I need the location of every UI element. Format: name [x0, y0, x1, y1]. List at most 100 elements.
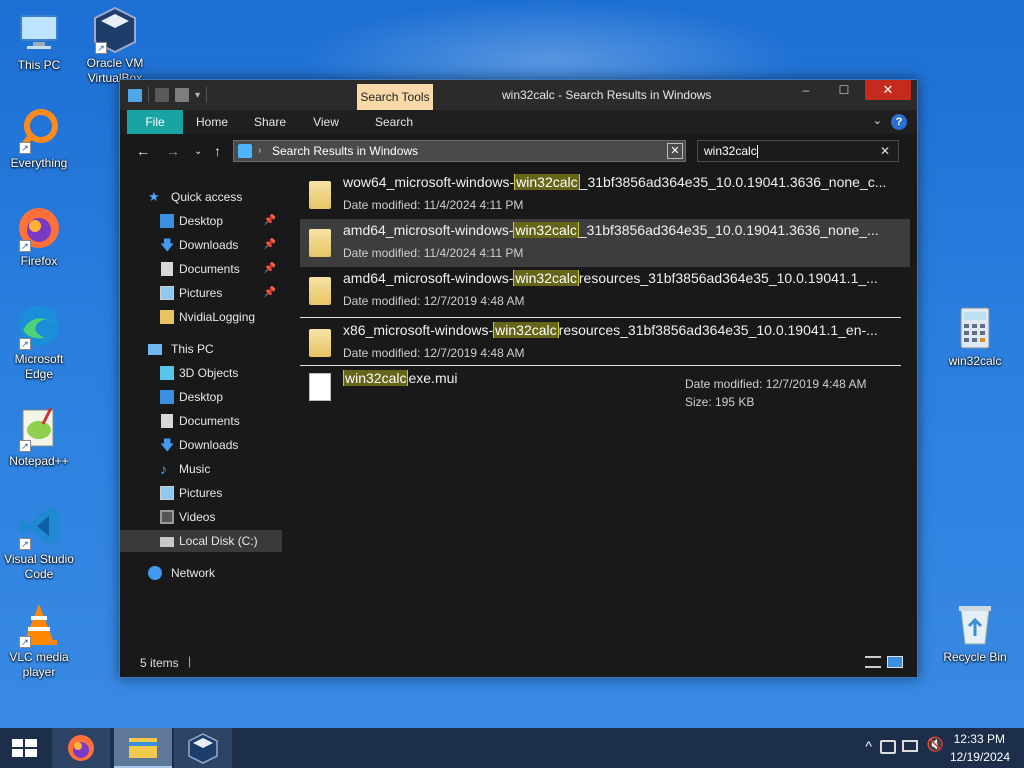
- desktop-icon-vlc[interactable]: ↗ VLC media player: [0, 600, 78, 680]
- clear-search-icon[interactable]: ✕: [880, 141, 890, 161]
- sidebar-item-label: Desktop: [179, 214, 224, 228]
- security-icon[interactable]: [880, 740, 896, 754]
- ribbon-tabs: File Home Share View Search ⌄ ?: [120, 110, 917, 134]
- sidebar-item-nvidialogging[interactable]: NvidiaLogging: [120, 306, 282, 328]
- taskbar-file-explorer[interactable]: [114, 728, 172, 768]
- results-pane: wow64_microsoft-windows-win32calc _31bf38…: [285, 168, 917, 648]
- desktop-icon-label: VLC media player: [9, 650, 69, 679]
- up-arrow-icon[interactable]: ↑: [214, 143, 221, 159]
- desktop-icon-this-pc[interactable]: This PC: [0, 8, 78, 73]
- desktop-icon-vscode[interactable]: ↗ Visual Studio Code: [0, 502, 78, 582]
- sidebar-item-label: NvidiaLogging: [179, 310, 256, 324]
- sidebar-item-desktop[interactable]: Desktop 📌: [120, 210, 282, 232]
- forward-arrow-icon[interactable]: →: [166, 143, 180, 159]
- clock-date[interactable]: 12/19/2024: [950, 750, 1010, 764]
- file-icon: [309, 373, 331, 401]
- pin-icon[interactable]: 📌: [264, 282, 276, 304]
- sidebar-item-3d-objects[interactable]: 3D Objects: [120, 362, 282, 384]
- maximize-button[interactable]: ☐: [829, 80, 859, 100]
- firefox-icon: ↗: [15, 204, 63, 252]
- folder-icon: [309, 229, 331, 257]
- qat-dropdown-icon[interactable]: ▾: [195, 90, 200, 101]
- folder-icon: [128, 88, 142, 102]
- clear-address-icon[interactable]: ✕: [667, 143, 683, 159]
- folder-icon: [160, 310, 174, 324]
- sidebar-item-network[interactable]: Network: [120, 562, 282, 584]
- separator: [206, 87, 208, 103]
- sidebar-item-label: This PC: [171, 342, 214, 356]
- list-item[interactable]: amd64_microsoft-windows-win32calc _31bf38…: [300, 219, 910, 267]
- pin-icon[interactable]: 📌: [264, 258, 276, 280]
- sidebar-item-label: Pictures: [179, 486, 223, 500]
- desktop-icon-edge[interactable]: ↗ Microsoft Edge: [0, 302, 78, 382]
- tab-view[interactable]: View: [302, 110, 350, 134]
- tab-share[interactable]: Share: [246, 110, 294, 134]
- sidebar-item-label: Local Disk (C:): [179, 534, 258, 548]
- network-tray-icon[interactable]: [902, 740, 918, 752]
- desktop-icon-recycle-bin[interactable]: Recycle Bin: [936, 600, 1014, 665]
- desktop-icon-virtualbox[interactable]: ↗ Oracle VM VirtualBox: [76, 6, 154, 86]
- pin-icon[interactable]: 📌: [264, 210, 276, 232]
- speaker-muted-icon[interactable]: 🔇: [927, 736, 944, 753]
- properties-icon[interactable]: [155, 88, 169, 102]
- desktop-icon-notepadpp[interactable]: ↗ Notepad++: [0, 404, 78, 469]
- show-hidden-icons-chevron-icon[interactable]: ^: [865, 738, 872, 754]
- taskbar-firefox[interactable]: [52, 728, 110, 768]
- network-icon: [148, 566, 162, 580]
- title-bar[interactable]: ▾ Search Tools win32calc - Search Result…: [120, 80, 917, 110]
- sidebar-item-documents-pc[interactable]: Documents: [120, 410, 282, 432]
- tab-search[interactable]: Search: [366, 110, 422, 134]
- list-item[interactable]: win32calc exe.mui Date modified: 12/7/201…: [300, 367, 910, 415]
- list-item[interactable]: amd64_microsoft-windows-win32calc resourc…: [300, 267, 910, 315]
- navigation-pane: ★ Quick access Desktop 📌 🡇 Downloads 📌 D…: [120, 168, 284, 648]
- address-bar[interactable]: › Search Results in Windows ✕: [233, 140, 686, 162]
- search-input-value: win32calc: [704, 144, 757, 158]
- help-icon[interactable]: ?: [891, 114, 907, 130]
- item-date: Date modified: 11/4/2024 4:11 PM: [343, 198, 524, 212]
- clock-time[interactable]: 12:33 PM: [954, 732, 1005, 746]
- minimize-button[interactable]: –: [791, 80, 821, 100]
- desktop-icon-label: Everything: [10, 156, 68, 170]
- list-item[interactable]: x86_microsoft-windows-win32calc resources…: [300, 319, 910, 367]
- sidebar-item-pictures[interactable]: Pictures 📌: [120, 282, 282, 304]
- back-arrow-icon[interactable]: ←: [136, 143, 150, 159]
- tab-file[interactable]: File: [127, 110, 183, 134]
- breadcrumb-chevron-icon[interactable]: ›: [258, 141, 261, 161]
- item-date: Date modified: 12/7/2019 4:48 AM: [685, 377, 867, 391]
- recent-locations-chevron-icon[interactable]: ⌄: [194, 146, 202, 157]
- search-tools-context-tab[interactable]: Search Tools: [357, 84, 433, 110]
- large-icons-view-icon[interactable]: [887, 656, 903, 668]
- start-button[interactable]: [0, 728, 58, 768]
- sidebar-item-music[interactable]: ♪ Music: [120, 458, 282, 480]
- list-item[interactable]: wow64_microsoft-windows-win32calc _31bf38…: [300, 171, 910, 219]
- details-view-icon[interactable]: [865, 656, 881, 668]
- taskbar-virtualbox[interactable]: [174, 728, 232, 768]
- desktop-icon-win32calc[interactable]: win32calc: [936, 304, 1014, 369]
- sidebar-item-documents[interactable]: Documents 📌: [120, 258, 282, 280]
- file-explorer-icon: [129, 738, 157, 758]
- everything-icon: ↗: [15, 106, 63, 154]
- sidebar-item-this-pc[interactable]: This PC: [120, 338, 282, 360]
- sidebar-item-downloads[interactable]: 🡇 Downloads 📌: [120, 234, 282, 256]
- desktop-icon-everything[interactable]: ↗ Everything: [0, 106, 78, 171]
- search-input[interactable]: win32calc ✕: [697, 140, 899, 162]
- new-folder-icon[interactable]: [175, 88, 189, 102]
- file-explorer-window[interactable]: ▾ Search Tools win32calc - Search Result…: [119, 79, 918, 678]
- sidebar-item-videos[interactable]: Videos: [120, 506, 282, 528]
- sidebar-item-desktop-pc[interactable]: Desktop: [120, 386, 282, 408]
- sidebar-item-pictures-pc[interactable]: Pictures: [120, 482, 282, 504]
- firefox-icon: [68, 735, 94, 761]
- windows-logo-icon: [12, 739, 37, 757]
- sidebar-item-quick-access[interactable]: ★ Quick access: [120, 186, 282, 208]
- sidebar-item-downloads-pc[interactable]: 🡇 Downloads: [120, 434, 282, 456]
- tab-home[interactable]: Home: [188, 110, 236, 134]
- close-button[interactable]: ✕: [865, 80, 911, 100]
- search-match-highlight: win32calc: [513, 222, 579, 238]
- sidebar-item-label: Documents: [179, 262, 240, 276]
- sidebar-item-local-disk[interactable]: Local Disk (C:): [120, 530, 282, 552]
- pin-icon[interactable]: 📌: [264, 234, 276, 256]
- computer-icon: [148, 344, 162, 355]
- expand-ribbon-chevron-icon[interactable]: ⌄: [873, 114, 882, 127]
- sidebar-item-label: Downloads: [179, 238, 239, 252]
- desktop-icon-firefox[interactable]: ↗ Firefox: [0, 204, 78, 269]
